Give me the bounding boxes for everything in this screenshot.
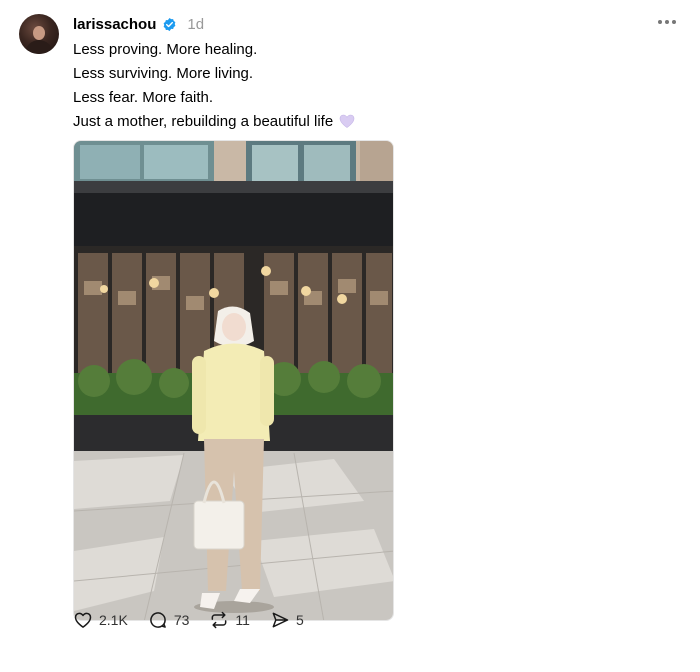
- post-caption: Less proving. More healing. Less survivi…: [73, 38, 673, 134]
- comment-button[interactable]: 73: [148, 609, 190, 631]
- share-count: 5: [295, 612, 304, 628]
- post-header: larissachou 1d: [73, 14, 204, 34]
- comment-count: 73: [173, 612, 190, 628]
- share-button[interactable]: 5: [270, 609, 304, 631]
- photo-image: [74, 141, 393, 620]
- post-actions: 2.1K 73 11 5: [73, 609, 324, 631]
- comment-icon: [150, 612, 166, 628]
- white-heart-icon: [339, 114, 355, 128]
- post-photo[interactable]: [73, 140, 394, 621]
- more-options-icon[interactable]: [658, 16, 680, 28]
- caption-line-last: Just a mother, rebuilding a beautiful li…: [73, 110, 673, 134]
- like-button[interactable]: 2.1K: [73, 609, 128, 631]
- heart-icon: [74, 612, 92, 628]
- verified-badge-icon: [164, 17, 176, 31]
- caption-line-text: Just a mother, rebuilding a beautiful li…: [73, 113, 334, 130]
- caption-line: Less proving. More healing.: [73, 41, 258, 58]
- send-icon: [272, 612, 289, 628]
- username-link[interactable]: larissachou: [73, 16, 156, 33]
- caption-line: Less surviving. More living.: [73, 65, 254, 82]
- repost-count: 11: [235, 612, 250, 628]
- avatar[interactable]: [19, 14, 59, 54]
- caption-line: Less fear. More faith.: [73, 89, 214, 106]
- post-timestamp: 1d: [187, 15, 205, 33]
- repost-icon: [211, 611, 227, 629]
- like-count: 2.1K: [99, 612, 128, 628]
- repost-button[interactable]: 11: [209, 609, 250, 631]
